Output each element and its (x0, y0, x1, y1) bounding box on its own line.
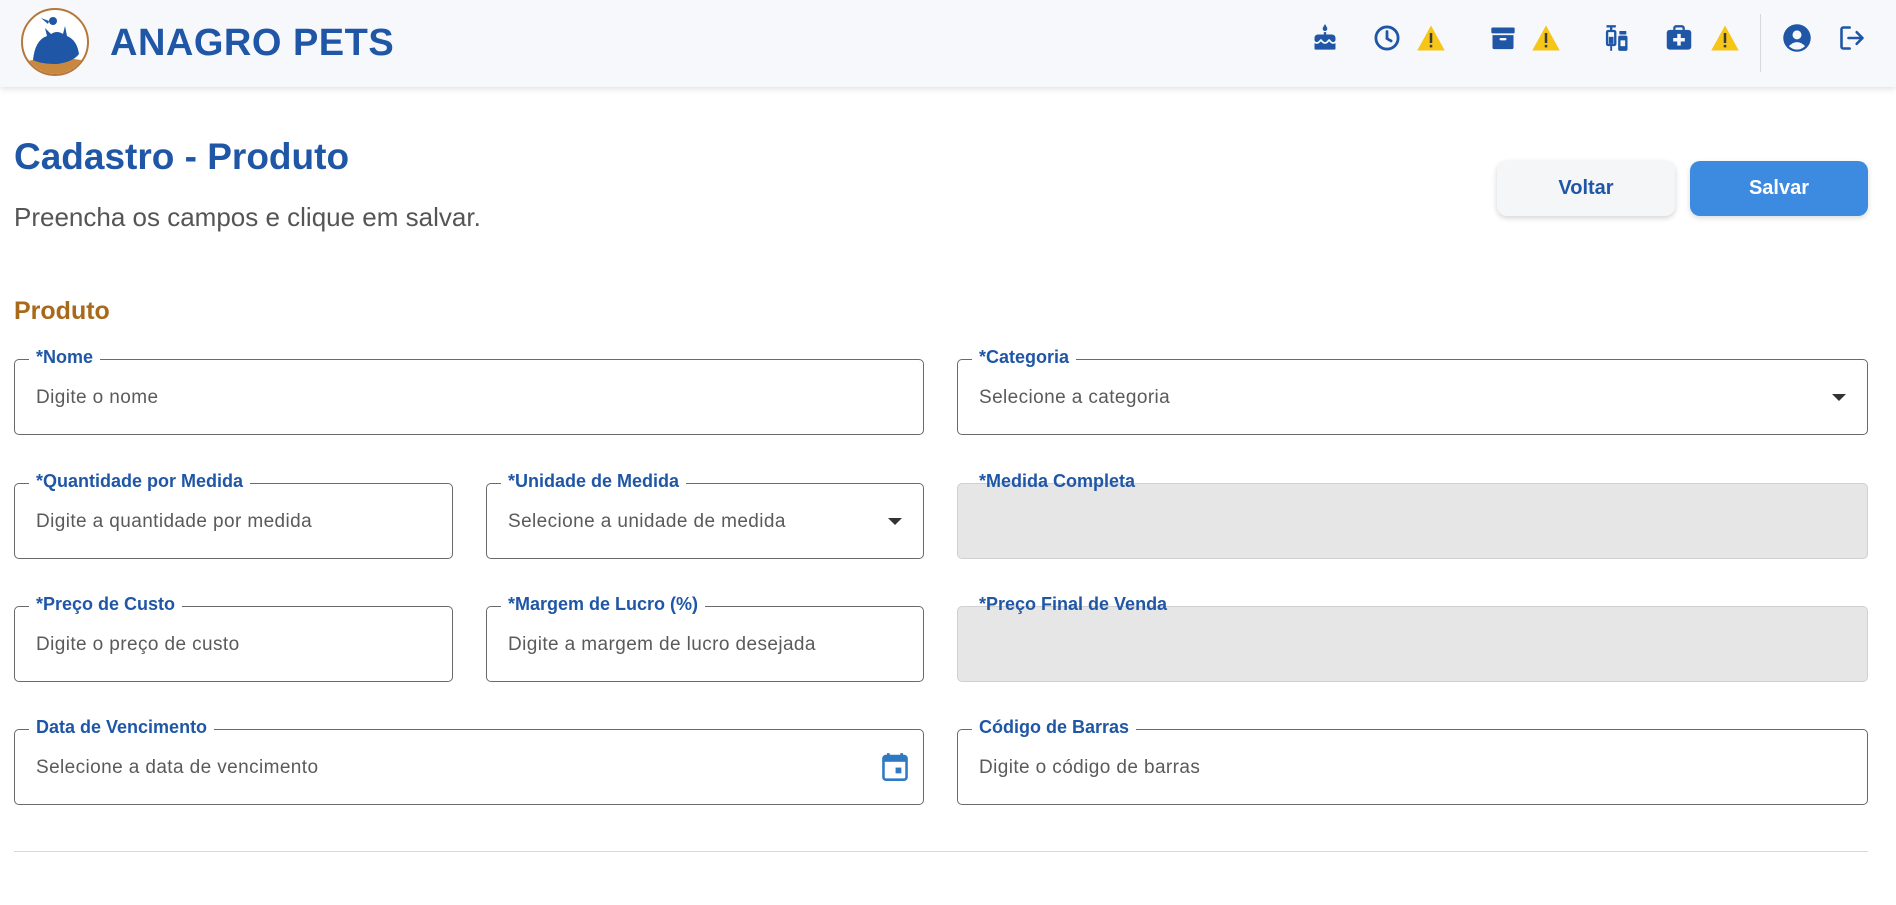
archive-icon[interactable] (1487, 22, 1519, 54)
full-measure-label: *Medida Completa (979, 471, 1136, 491)
quantity-per-measure-label: *Quantidade por Medida (29, 471, 251, 492)
category-select[interactable]: *Categoria Selecione a categoria (957, 347, 1868, 435)
unit-of-measure-label: *Unidade de Medida (501, 471, 687, 492)
final-sale-price-field: *Preço Final de Venda (957, 594, 1868, 682)
expiration-date-placeholder: Selecione a data de vencimento (36, 757, 319, 778)
clock-icon[interactable] (1371, 22, 1403, 54)
quantity-per-measure-placeholder: Digite a quantidade por medida (36, 511, 313, 532)
expiration-date-label: Data de Vencimento (29, 717, 215, 738)
page-title: Cadastro - Produto (14, 136, 350, 177)
profit-margin-placeholder: Digite a margem de lucro desejada (508, 634, 816, 655)
top-navbar: ANAGRO PETS (0, 0, 1896, 87)
medical-kit-icon[interactable] (1663, 22, 1695, 54)
back-button[interactable]: Voltar (1497, 161, 1675, 216)
birthday-cake-icon[interactable] (1309, 22, 1341, 54)
warning-icon (1415, 22, 1447, 54)
quantity-per-measure-field[interactable]: *Quantidade por Medida Digite a quantida… (14, 471, 453, 559)
barcode-placeholder: Digite o código de barras (979, 757, 1201, 778)
unit-of-measure-placeholder: Selecione a unidade de medida (508, 511, 786, 532)
cost-price-placeholder: Digite o preço de custo (36, 634, 240, 655)
chevron-down-icon[interactable] (1832, 394, 1846, 401)
account-icon[interactable] (1781, 22, 1813, 54)
category-select-placeholder: Selecione a categoria (979, 387, 1171, 408)
name-field[interactable]: *Nome Digite o nome (14, 347, 924, 435)
chevron-down-icon[interactable] (888, 518, 902, 525)
vaccine-icon[interactable] (1601, 22, 1633, 54)
page-subtitle: Preencha os campos e clique em salvar. (14, 202, 481, 232)
name-field-label: *Nome (29, 347, 101, 368)
category-select-label: *Categoria (972, 347, 1077, 368)
brand-name: ANAGRO PETS (110, 22, 395, 64)
full-measure-field: *Medida Completa (957, 471, 1868, 559)
warning-icon (1709, 22, 1741, 54)
unit-of-measure-select[interactable]: *Unidade de Medida Selecione a unidade d… (486, 471, 924, 559)
section-divider (14, 851, 1868, 852)
logout-icon[interactable] (1836, 22, 1868, 54)
cost-price-label: *Preço de Custo (29, 594, 183, 615)
cost-price-field[interactable]: *Preço de Custo Digite o preço de custo (14, 594, 453, 682)
profit-margin-field[interactable]: *Margem de Lucro (%) Digite a margem de … (486, 594, 924, 682)
brand-logo[interactable] (21, 8, 89, 76)
expiration-date-field[interactable]: Data de Vencimento Selecione a data de v… (14, 717, 924, 805)
calendar-icon[interactable] (881, 752, 909, 787)
save-button[interactable]: Salvar (1690, 161, 1868, 216)
name-field-placeholder: Digite o nome (36, 387, 159, 408)
final-sale-price-label: *Preço Final de Venda (979, 594, 1168, 614)
warning-icon (1530, 22, 1562, 54)
profit-margin-label: *Margem de Lucro (%) (501, 594, 706, 615)
barcode-field[interactable]: Código de Barras Digite o código de barr… (957, 717, 1868, 805)
section-title: Produto (14, 297, 110, 325)
barcode-label: Código de Barras (972, 717, 1137, 738)
navbar-divider (1760, 14, 1761, 72)
